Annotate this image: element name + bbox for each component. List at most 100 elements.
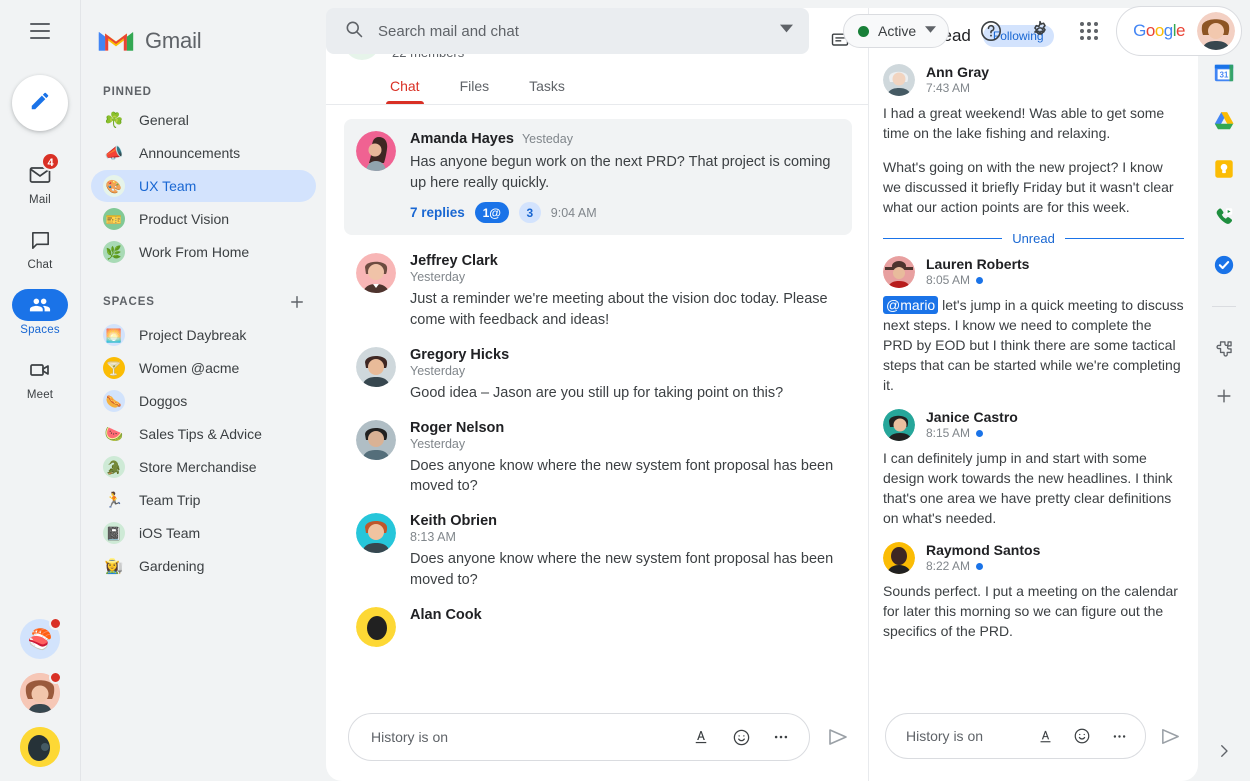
sidebar-item-ux-team[interactable]: 🎨 UX Team <box>91 170 316 202</box>
mention-badge[interactable]: 1@ <box>474 202 509 224</box>
more-horizontal-icon[interactable] <box>769 725 793 749</box>
thread-message[interactable]: Janice Castro 8:15 AM I can definitely j… <box>883 409 1184 528</box>
watermelon-icon: 🍉 <box>104 425 124 443</box>
google-tasks-icon[interactable] <box>1213 254 1235 276</box>
chat-tabs: Chat Files Tasks <box>344 72 852 104</box>
list-item[interactable]: Roger Nelson Yesterday Does anyone know … <box>344 412 852 505</box>
search-input[interactable]: Search mail and chat <box>326 8 810 54</box>
sidebar-item-store-merchandise[interactable]: 🐊 Store Merchandise <box>91 451 316 483</box>
sidebar-item-team-trip[interactable]: 🏃 Team Trip <box>91 484 316 516</box>
divider <box>883 238 1003 240</box>
account-chip[interactable]: Google <box>1116 6 1243 56</box>
sidebar-item-announcements[interactable]: 📣 Announcements <box>91 137 316 169</box>
sidebar-item-meet[interactable]: Meet <box>8 346 72 405</box>
avatar <box>356 513 396 554</box>
message-timestamp: 7:43 AM <box>926 81 971 95</box>
google-drive-icon[interactable] <box>1213 110 1235 132</box>
list-item[interactable]: Jeffrey Clark Yesterday Just a reminder … <box>344 245 852 338</box>
thread-message[interactable]: Lauren Roberts 8:05 AM @mario let's jump… <box>883 256 1184 395</box>
list-item[interactable]: Keith Obrien 8:13 AM Does anyone know wh… <box>344 505 852 598</box>
hamburger-menu-icon[interactable] <box>20 11 60 51</box>
status-badge[interactable]: Active <box>843 14 950 48</box>
add-plus-icon[interactable] <box>1213 385 1235 407</box>
avatar[interactable]: 🍣 <box>20 617 62 659</box>
text-format-icon[interactable] <box>689 725 713 749</box>
avatar[interactable] <box>20 727 60 767</box>
cocktail-icon: 🍸 <box>103 357 125 379</box>
sidebar-item-doggos[interactable]: 🌭 Doggos <box>91 385 316 417</box>
sidebar-item-ios-team[interactable]: 📓 iOS Team <box>91 517 316 549</box>
sidebar-item-meet-label: Meet <box>26 389 54 401</box>
message-timestamp: 8:22 AM <box>926 559 1040 573</box>
reply-count-badge[interactable]: 3 <box>518 202 541 224</box>
avatar <box>883 256 915 289</box>
avatar[interactable] <box>20 671 62 713</box>
sidebar-item-mail[interactable]: 4 Mail <box>8 151 72 210</box>
google-voice-icon[interactable] <box>1213 206 1235 228</box>
tab-files[interactable]: Files <box>444 72 506 104</box>
tab-tasks[interactable]: Tasks <box>513 72 581 104</box>
plant-icon: 🌿 <box>103 241 125 263</box>
addon-puzzle-icon[interactable] <box>1213 337 1235 359</box>
gmail-brand[interactable]: Gmail <box>81 8 326 64</box>
mention-chip[interactable]: @mario <box>883 296 939 315</box>
sidebar-item-gardening[interactable]: 👩‍🌾 Gardening <box>91 550 316 582</box>
highlighted-message[interactable]: Amanda Hayes Yesteday Has anyone begun w… <box>344 119 852 236</box>
thread-message-list[interactable]: Ann Gray 7:43 AM I had a great weekend! … <box>869 64 1198 705</box>
avatar <box>356 131 396 171</box>
sidebar-item-product-vision[interactable]: 🎫 Product Vision <box>91 203 316 235</box>
composer-placeholder: History is on <box>371 729 449 745</box>
google-keep-icon[interactable] <box>1213 158 1235 180</box>
sidebar-item-general[interactable]: ☘️ General <box>91 104 316 136</box>
message-input[interactable]: History is on <box>348 713 810 761</box>
sidebar-item-sales-tips[interactable]: 🍉 Sales Tips & Advice <box>91 418 316 450</box>
list-item[interactable]: Alan Cook <box>344 599 852 655</box>
chevron-right-icon[interactable] <box>1212 739 1236 763</box>
compose-pencil-icon <box>29 90 51 117</box>
gmail-chat-app: 4 Mail Chat Spaces Meet 🍣 Gmail PINNED ☘… <box>0 0 1250 781</box>
sidebar-item-chat-label: Chat <box>27 259 53 271</box>
sidebar-item-women-acme[interactable]: 🍸 Women @acme <box>91 352 316 384</box>
tab-chat[interactable]: Chat <box>374 72 436 104</box>
plus-icon[interactable] <box>286 291 308 313</box>
chevron-down-icon[interactable] <box>780 22 794 40</box>
help-circle-icon[interactable] <box>977 17 1004 45</box>
avatar <box>883 409 915 442</box>
more-horizontal-icon[interactable] <box>1107 724 1131 748</box>
sidebar-item-spaces[interactable]: Spaces <box>8 281 72 340</box>
gear-icon[interactable] <box>1026 17 1053 45</box>
page-title: Gmail <box>145 28 202 53</box>
thread-message-input[interactable]: History is on <box>885 713 1146 759</box>
list-item[interactable]: Gregory Hicks Yesterday Good idea – Jaso… <box>344 339 852 412</box>
emoji-icon[interactable] <box>729 725 753 749</box>
main-content: 🎨 UX Team 22 members <box>326 0 1198 781</box>
sidebar-item-label: Product Vision <box>139 211 230 227</box>
thread-message[interactable]: Ann Gray 7:43 AM I had a great weekend! … <box>883 64 1184 217</box>
sidebar-item-project-daybreak[interactable]: 🌅 Project Daybreak <box>91 319 316 351</box>
sidebar-item-work-from-home[interactable]: 🌿 Work From Home <box>91 236 316 268</box>
side-apps-rail: 31 <box>1198 0 1250 781</box>
sidebar-item-label: Announcements <box>139 145 241 161</box>
message-author: Roger Nelson <box>410 419 505 436</box>
thread-message[interactable]: Raymond Santos 8:22 AM Sounds perfect. I… <box>883 542 1184 641</box>
spaces-label: SPACES <box>103 296 155 308</box>
compose-button[interactable] <box>12 75 68 131</box>
message-text: Sounds perfect. I put a meeting on the c… <box>883 581 1184 641</box>
unread-indicator <box>976 562 984 570</box>
emoji-icon[interactable] <box>1070 724 1094 748</box>
sidebar-item-label: Sales Tips & Advice <box>139 426 262 442</box>
sidebar-item-label: Doggos <box>139 393 188 409</box>
avatar[interactable] <box>1197 12 1236 50</box>
chat-message-list[interactable]: Amanda Hayes Yesteday Has anyone begun w… <box>326 105 868 703</box>
send-icon[interactable] <box>824 723 852 751</box>
google-calendar-icon[interactable]: 31 <box>1213 62 1235 84</box>
sidebar-item-label: Gardening <box>139 558 205 574</box>
send-icon[interactable] <box>1156 722 1184 750</box>
message-paragraph: Sounds perfect. I put a meeting on the c… <box>883 583 1178 640</box>
pinned-list: ☘️ General 📣 Announcements 🎨 UX Team 🎫 P… <box>81 104 326 268</box>
sidebar-item-chat[interactable]: Chat <box>8 216 72 275</box>
apps-grid-icon[interactable] <box>1075 17 1102 45</box>
replies-link[interactable]: 7 replies <box>410 205 465 220</box>
text-format-icon[interactable] <box>1033 724 1057 748</box>
avatar <box>883 542 915 575</box>
